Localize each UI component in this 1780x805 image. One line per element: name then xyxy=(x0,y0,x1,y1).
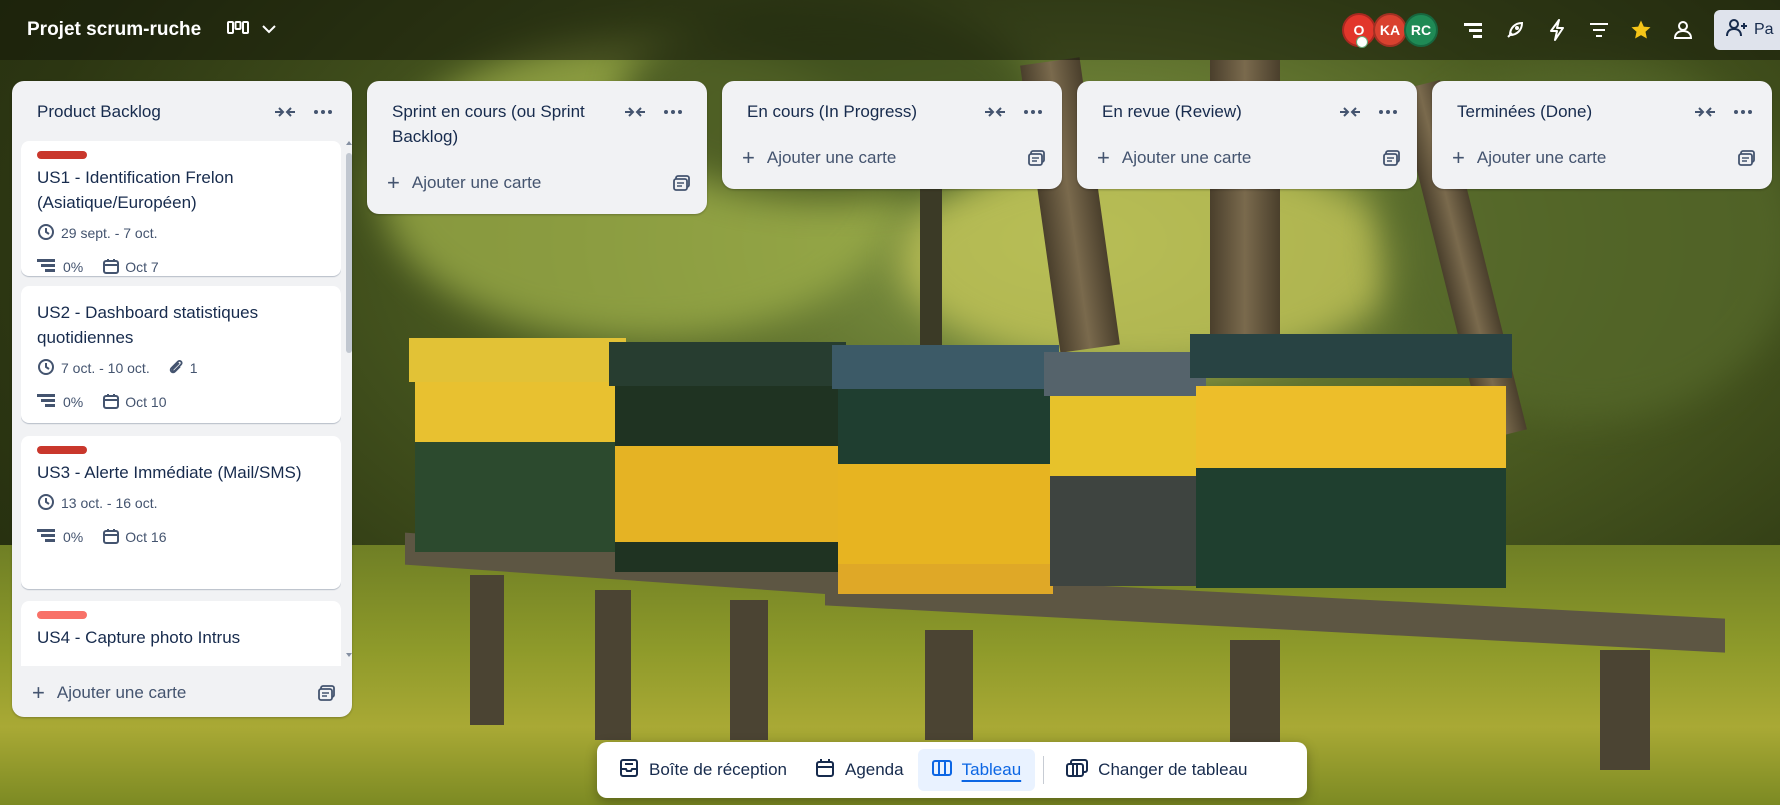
plus-icon: + xyxy=(1097,145,1110,170)
timeline-progress-icon xyxy=(37,393,57,411)
timeline-icon[interactable] xyxy=(1453,10,1493,50)
clock-icon xyxy=(37,493,55,514)
plus-icon: + xyxy=(387,170,400,195)
collapse-list-icon[interactable] xyxy=(622,101,648,123)
nav-divider xyxy=(1043,756,1045,784)
due-date-badge[interactable]: Oct 10 xyxy=(103,393,166,412)
scroll-thumb[interactable] xyxy=(346,153,352,353)
dates-badge[interactable]: 7 oct. - 10 oct. xyxy=(37,358,150,379)
card-list: US1 - Identification Frelon (Asiatique/E… xyxy=(21,138,341,666)
board-title[interactable]: Projet scrum-ruche xyxy=(27,19,201,41)
list-menu-icon[interactable] xyxy=(1020,101,1046,123)
calendar-icon xyxy=(103,258,120,277)
card-title: US3 - Alerte Immédiate (Mail/SMS) xyxy=(37,463,302,482)
list-review: En revue (Review) + Ajouter une carte xyxy=(1077,81,1417,189)
collapse-list-icon[interactable] xyxy=(1692,101,1718,123)
collapse-list-icon[interactable] xyxy=(272,101,298,123)
card[interactable]: US4 - Capture photo Intrus xyxy=(21,601,341,666)
clock-icon xyxy=(37,223,55,244)
checklist-badge: 0% xyxy=(37,258,83,276)
calendar-icon xyxy=(815,758,835,783)
list-in-progress: En cours (In Progress) + Ajouter une car… xyxy=(722,81,1062,189)
attachment-badge: 1 xyxy=(168,359,198,378)
card[interactable]: US3 - Alerte Immédiate (Mail/SMS) 13 oct… xyxy=(21,436,341,589)
card-template-icon[interactable] xyxy=(1736,147,1758,169)
board-view-switcher[interactable] xyxy=(227,20,277,41)
card-template-icon[interactable] xyxy=(1381,147,1403,169)
member-avatars: O KA RC xyxy=(1342,13,1438,48)
add-card-button[interactable]: + Ajouter une carte xyxy=(1077,138,1417,178)
card-template-icon[interactable] xyxy=(671,172,693,194)
chevron-down-icon xyxy=(261,21,277,39)
checklist-badge: 0% xyxy=(37,393,83,411)
card-title: US2 - Dashboard statistiques quotidienne… xyxy=(37,303,259,347)
nav-inbox[interactable]: Boîte de réception xyxy=(605,749,801,791)
power-ups-rocket-icon[interactable] xyxy=(1495,10,1535,50)
plus-icon: + xyxy=(1452,145,1465,170)
inbox-icon xyxy=(619,758,639,783)
card[interactable]: US1 - Identification Frelon (Asiatique/E… xyxy=(21,141,341,276)
filter-icon[interactable] xyxy=(1579,10,1619,50)
due-date-badge[interactable]: Oct 7 xyxy=(103,258,159,277)
star-icon[interactable] xyxy=(1621,10,1661,50)
collapse-list-icon[interactable] xyxy=(982,101,1008,123)
calendar-icon xyxy=(103,393,120,412)
list-scrollbar[interactable] xyxy=(344,139,354,661)
list-title[interactable]: Sprint en cours (ou Sprint Backlog) xyxy=(392,99,622,149)
clock-icon xyxy=(37,358,55,379)
card-label[interactable] xyxy=(37,151,87,159)
admin-badge-icon xyxy=(1356,36,1368,48)
list-title[interactable]: Product Backlog xyxy=(37,99,272,124)
timeline-progress-icon xyxy=(37,258,57,276)
visibility-workspace-icon[interactable] xyxy=(1663,10,1703,50)
board-header: Projet scrum-ruche O KA RC Pa xyxy=(0,0,1780,60)
board-icon xyxy=(931,759,952,782)
add-card-button[interactable]: + Ajouter une carte xyxy=(12,673,352,713)
list-sprint-backlog: Sprint en cours (ou Sprint Backlog) + Aj… xyxy=(367,81,707,214)
card-template-icon[interactable] xyxy=(1026,147,1048,169)
avatar[interactable]: KA xyxy=(1373,13,1407,47)
paperclip-icon xyxy=(168,359,184,378)
board-view-icon xyxy=(227,20,250,41)
plus-icon: + xyxy=(32,680,45,705)
list-title[interactable]: En revue (Review) xyxy=(1102,99,1337,124)
card-title: US4 - Capture photo Intrus xyxy=(37,628,241,647)
calendar-icon xyxy=(103,528,120,547)
list-title[interactable]: Terminées (Done) xyxy=(1457,99,1692,124)
add-member-icon xyxy=(1726,18,1748,43)
list-product-backlog: Product Backlog US1 - Identification Fre… xyxy=(12,81,352,717)
switch-board-icon xyxy=(1066,758,1089,782)
card[interactable]: US2 - Dashboard statistiques quotidienne… xyxy=(21,286,341,423)
list-title[interactable]: En cours (In Progress) xyxy=(747,99,982,124)
checklist-badge: 0% xyxy=(37,528,83,546)
list-menu-icon[interactable] xyxy=(1730,101,1756,123)
nav-planner[interactable]: Agenda xyxy=(801,749,918,791)
share-label: Pa xyxy=(1754,21,1774,38)
add-card-button[interactable]: + Ajouter une carte xyxy=(1432,138,1772,178)
list-done: Terminées (Done) + Ajouter une carte xyxy=(1432,81,1772,189)
list-menu-icon[interactable] xyxy=(660,101,686,123)
dates-badge[interactable]: 13 oct. - 16 oct. xyxy=(37,493,158,514)
dates-badge[interactable]: 29 sept. - 7 oct. xyxy=(37,223,158,244)
avatar[interactable]: O xyxy=(1342,13,1376,48)
nav-board[interactable]: Tableau xyxy=(917,749,1036,791)
list-menu-icon[interactable] xyxy=(1375,101,1401,123)
list-menu-icon[interactable] xyxy=(310,101,336,123)
add-card-button[interactable]: + Ajouter une carte xyxy=(367,163,707,203)
automation-bolt-icon[interactable] xyxy=(1537,10,1577,50)
card-label[interactable] xyxy=(37,446,87,454)
avatar[interactable]: RC xyxy=(1404,13,1438,47)
share-button[interactable]: Pa xyxy=(1714,10,1780,50)
card-label[interactable] xyxy=(37,611,87,619)
nav-switch-board[interactable]: Changer de tableau xyxy=(1052,749,1261,791)
card-title: US1 - Identification Frelon (Asiatique/E… xyxy=(37,168,234,212)
plus-icon: + xyxy=(742,145,755,170)
due-date-badge[interactable]: Oct 16 xyxy=(103,528,166,547)
add-card-button[interactable]: + Ajouter une carte xyxy=(722,138,1062,178)
card-template-icon[interactable] xyxy=(316,682,338,704)
collapse-list-icon[interactable] xyxy=(1337,101,1363,123)
timeline-progress-icon xyxy=(37,528,57,546)
bottom-navigation: Boîte de réception Agenda Tableau Change… xyxy=(597,742,1307,798)
